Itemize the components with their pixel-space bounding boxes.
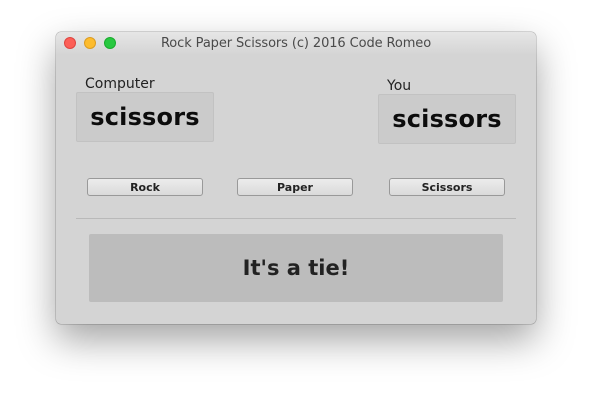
rock-button[interactable]: Rock: [87, 178, 203, 196]
computer-choice-display: scissors: [76, 92, 214, 142]
separator: [76, 218, 516, 219]
scissors-button[interactable]: Scissors: [389, 178, 505, 196]
window-title: Rock Paper Scissors (c) 2016 Code Romeo: [160, 36, 432, 51]
computer-label: Computer: [85, 76, 155, 92]
player-choice-display: scissors: [378, 94, 516, 144]
title-bar[interactable]: Rock Paper Scissors (c) 2016 Code Romeo: [56, 32, 536, 55]
result-display: It's a tie!: [89, 234, 503, 302]
paper-button[interactable]: Paper: [237, 178, 353, 196]
app-window: Rock Paper Scissors (c) 2016 Code Romeo …: [56, 32, 536, 324]
player-label: You: [387, 78, 412, 94]
